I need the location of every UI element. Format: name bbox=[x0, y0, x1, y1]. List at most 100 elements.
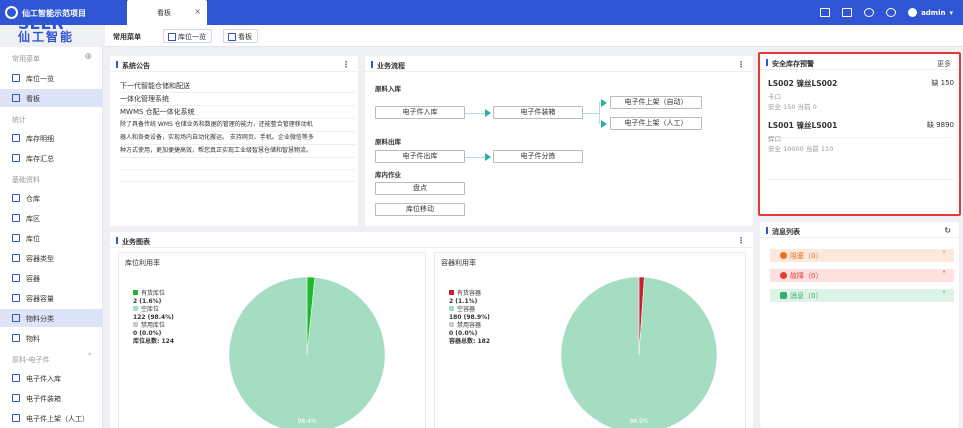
flow-box-electronic-outbound[interactable]: 电子件出库 bbox=[375, 150, 465, 163]
chart-container-usage: 容器利用率 有货容器 2 (1.1%) 空容器 180 (98.9%) 禁用容器… bbox=[434, 252, 746, 428]
chart-location-usage: 库位利用率 有货库位 2 (1.6%) 空库位 122 (98.4%) 禁用库位… bbox=[118, 252, 426, 428]
area-icon bbox=[12, 214, 20, 222]
alert-type: 銲口 bbox=[768, 135, 781, 143]
sidebar-item-material[interactable]: 物料 bbox=[0, 329, 103, 347]
sidebar-item-label: 库存明细 bbox=[26, 135, 54, 143]
panel-header: 业务流程 ⋮ bbox=[365, 56, 753, 72]
message-row-fault[interactable]: 故障（0） ˄ bbox=[770, 269, 954, 282]
message-row-blocked[interactable]: 阻塞（0） ˄ bbox=[770, 249, 954, 262]
more-icon[interactable]: ⋮ bbox=[737, 60, 745, 69]
category-icon bbox=[12, 314, 20, 322]
dashboard-icon bbox=[12, 94, 20, 102]
tab-label: 看板 bbox=[157, 9, 171, 17]
alert-type: 卡口 bbox=[768, 93, 781, 101]
message-row-label: 故障（0） bbox=[790, 272, 823, 280]
sidebar: 常用菜单 ⊕ 库位一览 看板 统计 库存明细 库存汇总 基础资料 仓库 库区 库… bbox=[0, 47, 103, 428]
panel-header: 系统公告 ⋮ bbox=[110, 56, 358, 72]
chevron-up-icon[interactable]: ˄ bbox=[88, 353, 93, 363]
sidebar-item-container-capacity[interactable]: 容器容量 bbox=[0, 289, 103, 307]
sidebar-item-label: 库位一览 bbox=[26, 75, 54, 83]
top-toolbar: admin ▾ bbox=[820, 0, 953, 25]
gear-icon[interactable] bbox=[864, 8, 875, 17]
error-icon bbox=[780, 272, 787, 279]
alert-code: LS002 镍丝LS002 bbox=[768, 79, 838, 88]
sidebar-item-electronic-shelving-manual[interactable]: 电子件上架（人工） bbox=[0, 409, 103, 427]
box-icon bbox=[12, 394, 20, 402]
alert-code: LS001 镍丝LS001 bbox=[768, 121, 838, 130]
sidebar-item-location[interactable]: 库位 bbox=[0, 229, 103, 247]
panel-header: 消息列表 ↻ bbox=[760, 222, 959, 238]
flow-line bbox=[599, 102, 600, 124]
close-icon[interactable]: × bbox=[194, 7, 201, 16]
sidebar-item-container[interactable]: 容器 bbox=[0, 269, 103, 287]
header-accent bbox=[371, 61, 373, 68]
quick-button-location-list[interactable]: 库位一览 bbox=[163, 29, 212, 43]
sidebar-group-stats: 统计 bbox=[12, 116, 26, 124]
sidebar-item-location-list[interactable]: 库位一览 bbox=[0, 69, 103, 87]
notice-line bbox=[120, 158, 355, 170]
flow-arrow bbox=[601, 120, 607, 128]
flow-box-location-move[interactable]: 库位移动 bbox=[375, 203, 465, 216]
sidebar-item-label: 库位 bbox=[26, 235, 40, 243]
notice-line: 器人和各类设备，实现场内自动化搬运。 支持网页、手机。企业微信等多 bbox=[120, 132, 355, 145]
panel-header: 安全库存预警 更多 bbox=[760, 54, 959, 70]
refresh-icon[interactable]: ↻ bbox=[944, 226, 951, 235]
sidebar-item-electronic-inbound[interactable]: 电子件入库 bbox=[0, 369, 103, 387]
sidebar-item-stock-summary[interactable]: 库存汇总 bbox=[0, 149, 103, 167]
pie-chart: 98.9% bbox=[560, 276, 718, 428]
stock-alert-card[interactable]: LS001 镍丝LS001 缺 9890 銲口 安全 10000 当前 110 bbox=[768, 120, 954, 180]
notice-panel: 系统公告 ⋮ 下一代智能仓储和配送 一体化管理系统 MWMS 仓配一体化系统 除… bbox=[110, 56, 358, 226]
notice-line bbox=[120, 170, 355, 182]
sidebar-item-label: 物料分类 bbox=[26, 315, 54, 323]
flow-box-electronic-boxing[interactable]: 电子件装箱 bbox=[493, 106, 583, 119]
more-icon[interactable]: ⋮ bbox=[342, 60, 350, 69]
sidebar-item-material-category[interactable]: 物料分类 bbox=[0, 309, 103, 327]
slice-label: 98.9% bbox=[629, 418, 648, 425]
chevron-up-icon: ˄ bbox=[942, 270, 946, 279]
sidebar-item-label: 库存汇总 bbox=[26, 155, 54, 163]
user-menu[interactable]: admin ▾ bbox=[908, 8, 953, 17]
flow-box-electronic-shelving-auto[interactable]: 电子件上架（自动） bbox=[610, 96, 702, 109]
charts-title: 业务图表 bbox=[122, 238, 150, 246]
plus-icon[interactable]: ⊕ bbox=[84, 52, 92, 62]
info-icon[interactable] bbox=[886, 8, 897, 17]
flow-line bbox=[465, 113, 485, 114]
sidebar-item-stock-detail[interactable]: 库存明细 bbox=[0, 129, 103, 147]
message-title: 消息列表 bbox=[772, 228, 800, 236]
more-link[interactable]: 更多 bbox=[937, 59, 951, 69]
sidebar-item-electronic-boxing[interactable]: 电子件装箱 bbox=[0, 389, 103, 407]
flow-box-inventory-check[interactable]: 盘点 bbox=[375, 182, 465, 195]
flow-box-electronic-shelving-manual[interactable]: 电子件上架（人工） bbox=[610, 117, 702, 130]
sidebar-item-label: 物料 bbox=[26, 335, 40, 343]
avatar bbox=[908, 8, 918, 17]
flow-arrow bbox=[601, 99, 607, 107]
sidebar-item-kanban[interactable]: 看板 bbox=[0, 89, 103, 107]
warning-icon bbox=[780, 252, 787, 259]
quick-button-kanban[interactable]: 看板 bbox=[223, 29, 258, 43]
flow-box-electronic-inbound[interactable]: 电子件入库 bbox=[375, 106, 465, 119]
chevron-up-icon: ˄ bbox=[942, 290, 946, 299]
pie-slice[interactable] bbox=[560, 276, 718, 428]
flow-box-electronic-sorting[interactable]: 电子件分拣 bbox=[493, 150, 583, 163]
header-accent bbox=[766, 227, 768, 234]
sidebar-item-label: 仓库 bbox=[26, 195, 40, 203]
sidebar-item-warehouse[interactable]: 仓库 bbox=[0, 189, 103, 207]
sidebar-item-label: 库区 bbox=[26, 215, 40, 223]
tab-kanban[interactable]: 看板 × bbox=[127, 0, 207, 25]
sidebar-item-container-type[interactable]: 容器类型 bbox=[0, 249, 103, 267]
flow-line bbox=[583, 113, 599, 114]
flow-section-label: 库内作业 bbox=[375, 171, 401, 179]
screen-icon[interactable] bbox=[842, 8, 853, 17]
sidebar-item-label: 看板 bbox=[26, 95, 40, 103]
header-accent bbox=[116, 61, 118, 68]
quick-menu-bar: 常用菜单 库位一览 看板 bbox=[105, 25, 963, 47]
fullscreen-icon[interactable] bbox=[820, 8, 831, 17]
message-row-info[interactable]: 消息（0） ˄ bbox=[770, 289, 954, 302]
quick-menu-label: 常用菜单 bbox=[113, 33, 141, 41]
flow-title: 业务流程 bbox=[377, 62, 405, 70]
flow-line bbox=[465, 157, 485, 158]
pie-slice[interactable] bbox=[228, 276, 386, 428]
sidebar-item-area[interactable]: 库区 bbox=[0, 209, 103, 227]
slice-label: 98.4% bbox=[297, 418, 316, 425]
more-icon[interactable]: ⋮ bbox=[737, 236, 745, 245]
